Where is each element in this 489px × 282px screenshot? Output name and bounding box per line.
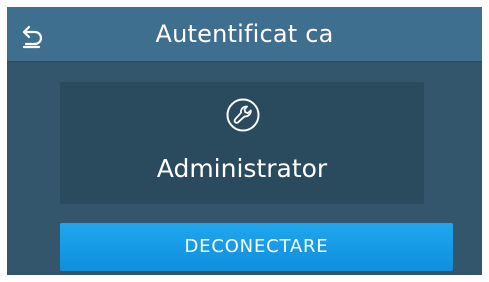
page-title: Autentificat ca	[155, 20, 334, 48]
user-role-label: Administrator	[156, 154, 328, 183]
wrench-icon	[226, 98, 260, 132]
logout-button[interactable]: DECONECTARE	[60, 223, 453, 271]
header-bar: Autentificat ca	[7, 7, 482, 63]
user-card: Administrator	[60, 82, 424, 204]
login-status-screen: Autentificat ca Administrator DECONECTAR…	[7, 7, 482, 275]
